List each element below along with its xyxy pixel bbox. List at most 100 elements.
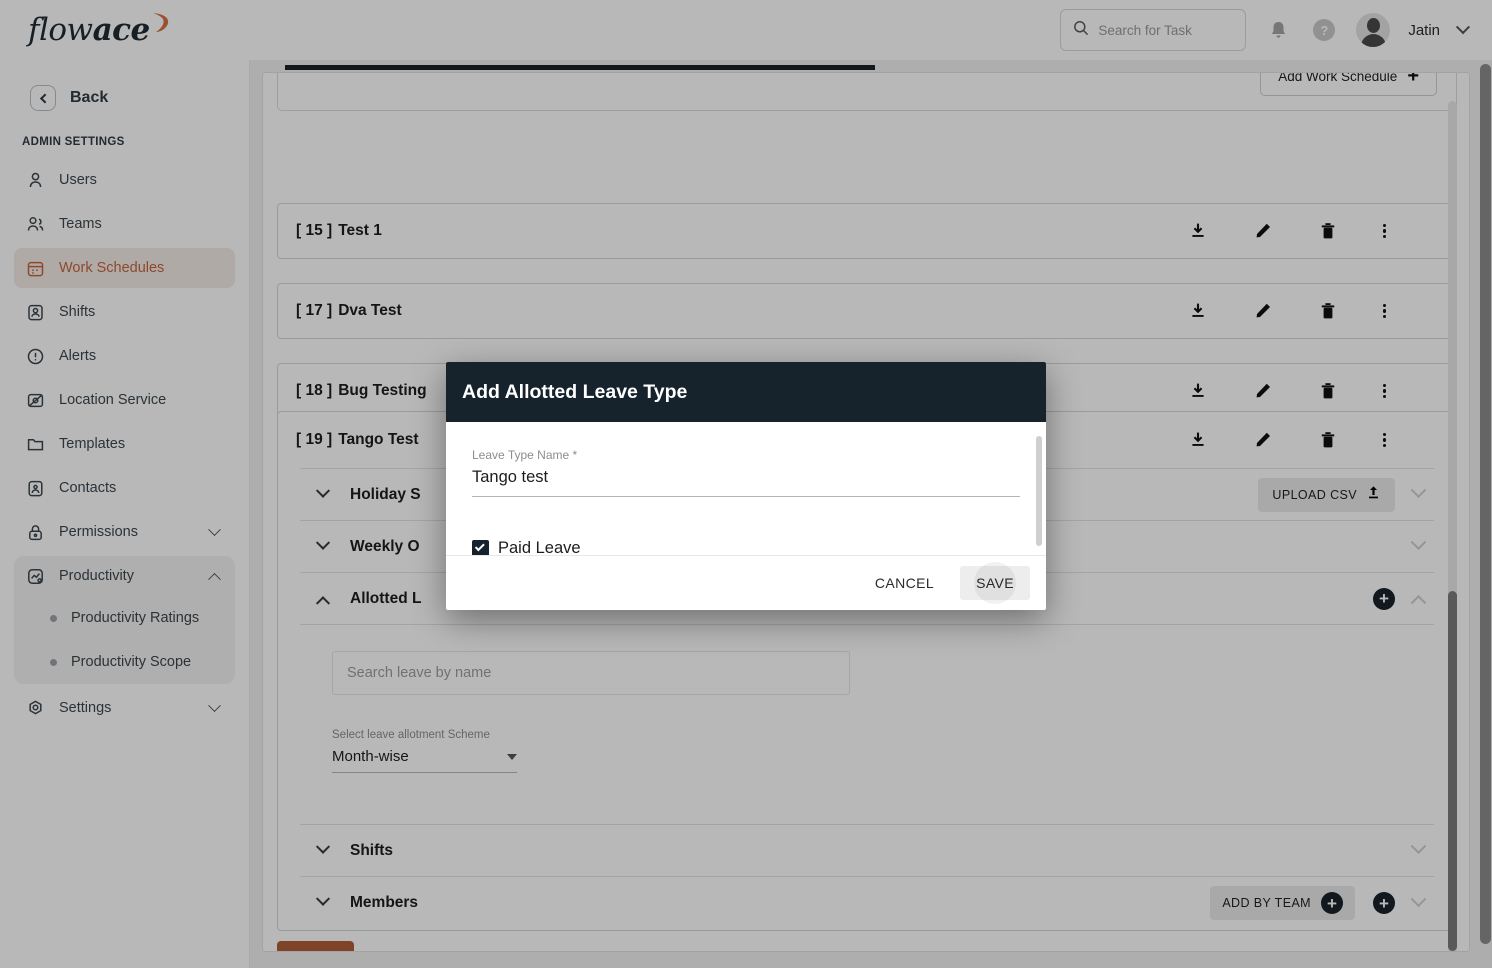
avatar-body [1360, 34, 1386, 47]
delete-trash-icon[interactable] [1318, 221, 1338, 241]
sidebar-item-location-service[interactable]: Location Service [14, 380, 235, 420]
dialog-scrollbar[interactable] [1036, 436, 1042, 546]
table-row[interactable]: [ 17 ] Dva Test [277, 283, 1457, 339]
content-scrollbar-thumb[interactable] [1448, 591, 1457, 951]
sidebar-item-label: Productivity [59, 568, 134, 584]
edit-pencil-icon[interactable] [1253, 221, 1273, 241]
sidebar-item-productivity[interactable]: Productivity [14, 556, 235, 596]
sidebar-item-work-schedules[interactable]: Work Schedules [14, 248, 235, 288]
allotted-leaves-body: Select leave allotment Scheme Month-wise [300, 625, 1434, 825]
chevron-down-icon[interactable] [1410, 534, 1427, 551]
chevron-down-icon[interactable] [1410, 890, 1427, 907]
sidebar-subitem-productivity-ratings[interactable]: Productivity Ratings [14, 596, 235, 640]
leave-search-input[interactable] [347, 665, 835, 681]
edit-pencil-icon[interactable] [1253, 301, 1273, 321]
edit-pencil-icon[interactable] [1253, 430, 1273, 450]
chevron-down-icon[interactable] [315, 839, 331, 854]
row-actions [1188, 221, 1438, 241]
sidebar-item-teams[interactable]: Teams [14, 204, 235, 244]
chevron-down-icon[interactable] [315, 535, 331, 550]
table-row[interactable]: [ 15 ] Test 1 [277, 203, 1457, 259]
paid-leave-label: Paid Leave [498, 539, 581, 555]
sidebar-item-shifts[interactable]: Shifts [14, 292, 235, 332]
scheme-select[interactable]: Month-wise [332, 748, 517, 773]
add-leave-type-button[interactable]: + [1373, 587, 1395, 610]
chevron-up-icon[interactable] [315, 595, 331, 610]
accordion-header-members[interactable]: Members ADD BY TEAM + + [300, 877, 1434, 929]
dialog-save-button[interactable]: SAVE [960, 566, 1030, 600]
page-scrollbar[interactable] [1479, 60, 1492, 968]
chevron-down-icon[interactable] [208, 698, 221, 712]
sidebar-item-alerts[interactable]: Alerts [14, 336, 235, 376]
chevron-down-icon[interactable] [208, 522, 221, 536]
sidebar-item-label: Teams [59, 216, 102, 232]
add-by-team-button[interactable]: ADD BY TEAM + [1210, 886, 1355, 920]
sidebar-item-label: Location Service [59, 392, 167, 408]
search-box[interactable] [1060, 9, 1247, 51]
sidebar-item-label: Permissions [59, 524, 138, 540]
search-input[interactable] [1098, 22, 1229, 38]
sidebar-item-users[interactable]: Users [14, 160, 235, 200]
alert-circle-icon [26, 347, 45, 366]
location-image-icon [26, 391, 45, 410]
plus-icon: + [1321, 892, 1343, 914]
username-label: Jatin [1408, 21, 1440, 39]
accordion-header-shifts[interactable]: Shifts [300, 825, 1434, 877]
back-label: Back [70, 89, 109, 106]
add-member-button[interactable]: + [1373, 892, 1395, 914]
chevron-down-icon[interactable] [315, 891, 331, 906]
leave-search-box[interactable] [332, 651, 850, 695]
accordion-label: Members [350, 894, 419, 911]
paid-leave-row[interactable]: Paid Leave [472, 539, 1020, 555]
delete-trash-icon[interactable] [1318, 430, 1338, 450]
edit-pencil-icon[interactable] [1253, 381, 1273, 401]
save-button[interactable]: Save [277, 941, 355, 951]
sidebar-item-contacts[interactable]: Contacts [14, 468, 235, 508]
avatar[interactable] [1356, 13, 1391, 47]
download-icon[interactable] [1188, 430, 1208, 450]
chevron-down-icon[interactable] [1410, 482, 1427, 499]
back-button[interactable]: Back [0, 82, 249, 114]
schedule-index: [ 18 ] [296, 382, 333, 399]
schedule-title: [ 17 ] Dva Test [296, 302, 402, 320]
accordion-actions: ADD BY TEAM + + [1210, 886, 1427, 920]
download-icon[interactable] [1188, 381, 1208, 401]
page-scrollbar-thumb[interactable] [1480, 64, 1491, 944]
download-icon[interactable] [1188, 301, 1208, 321]
accordion-actions [1410, 838, 1427, 856]
more-vertical-icon[interactable] [1382, 223, 1386, 239]
notification-bell-icon[interactable] [1264, 16, 1292, 44]
delete-trash-icon[interactable] [1318, 301, 1338, 321]
chevron-down-icon[interactable] [315, 483, 331, 498]
chevron-up-icon[interactable] [1410, 594, 1427, 611]
chevron-down-icon[interactable] [1455, 20, 1471, 35]
sidebar-item-settings[interactable]: Settings [14, 688, 235, 728]
row-actions [1188, 381, 1438, 401]
chevron-up-icon[interactable] [208, 572, 221, 586]
more-vertical-icon[interactable] [1382, 303, 1386, 319]
plus-icon: + [1407, 72, 1419, 87]
cancel-button[interactable]: CANCEL [859, 566, 950, 600]
sidebar-item-templates[interactable]: Templates [14, 424, 235, 464]
app-logo[interactable]: flowace [0, 12, 250, 48]
add-work-schedule-button[interactable]: Add Work Schedule + [1260, 72, 1437, 96]
help-icon[interactable]: ? [1310, 16, 1338, 44]
sidebar-subitem-productivity-scope[interactable]: Productivity Scope [14, 640, 235, 684]
paid-leave-checkbox[interactable] [472, 540, 489, 555]
upload-csv-button[interactable]: UPLOAD CSV [1258, 477, 1395, 512]
more-vertical-icon[interactable] [1382, 432, 1386, 448]
leave-type-name-input[interactable] [472, 468, 1020, 497]
content-scrollbar[interactable] [1448, 101, 1457, 951]
accordion-label: Weekly O [350, 537, 420, 555]
sidebar: Back ADMIN SETTINGS Users Teams Work Sch… [0, 60, 250, 968]
chevron-down-icon[interactable] [1410, 838, 1427, 855]
schedule-name: Dva Test [338, 302, 402, 319]
dialog-header: Add Allotted Leave Type [446, 362, 1046, 422]
sidebar-item-label: Shifts [59, 304, 96, 320]
sidebar-item-permissions[interactable]: Permissions [14, 512, 235, 552]
upload-icon [1366, 485, 1381, 505]
download-icon[interactable] [1188, 221, 1208, 241]
more-vertical-icon[interactable] [1382, 383, 1386, 399]
delete-trash-icon[interactable] [1318, 381, 1338, 401]
chevron-down-icon [507, 753, 517, 760]
